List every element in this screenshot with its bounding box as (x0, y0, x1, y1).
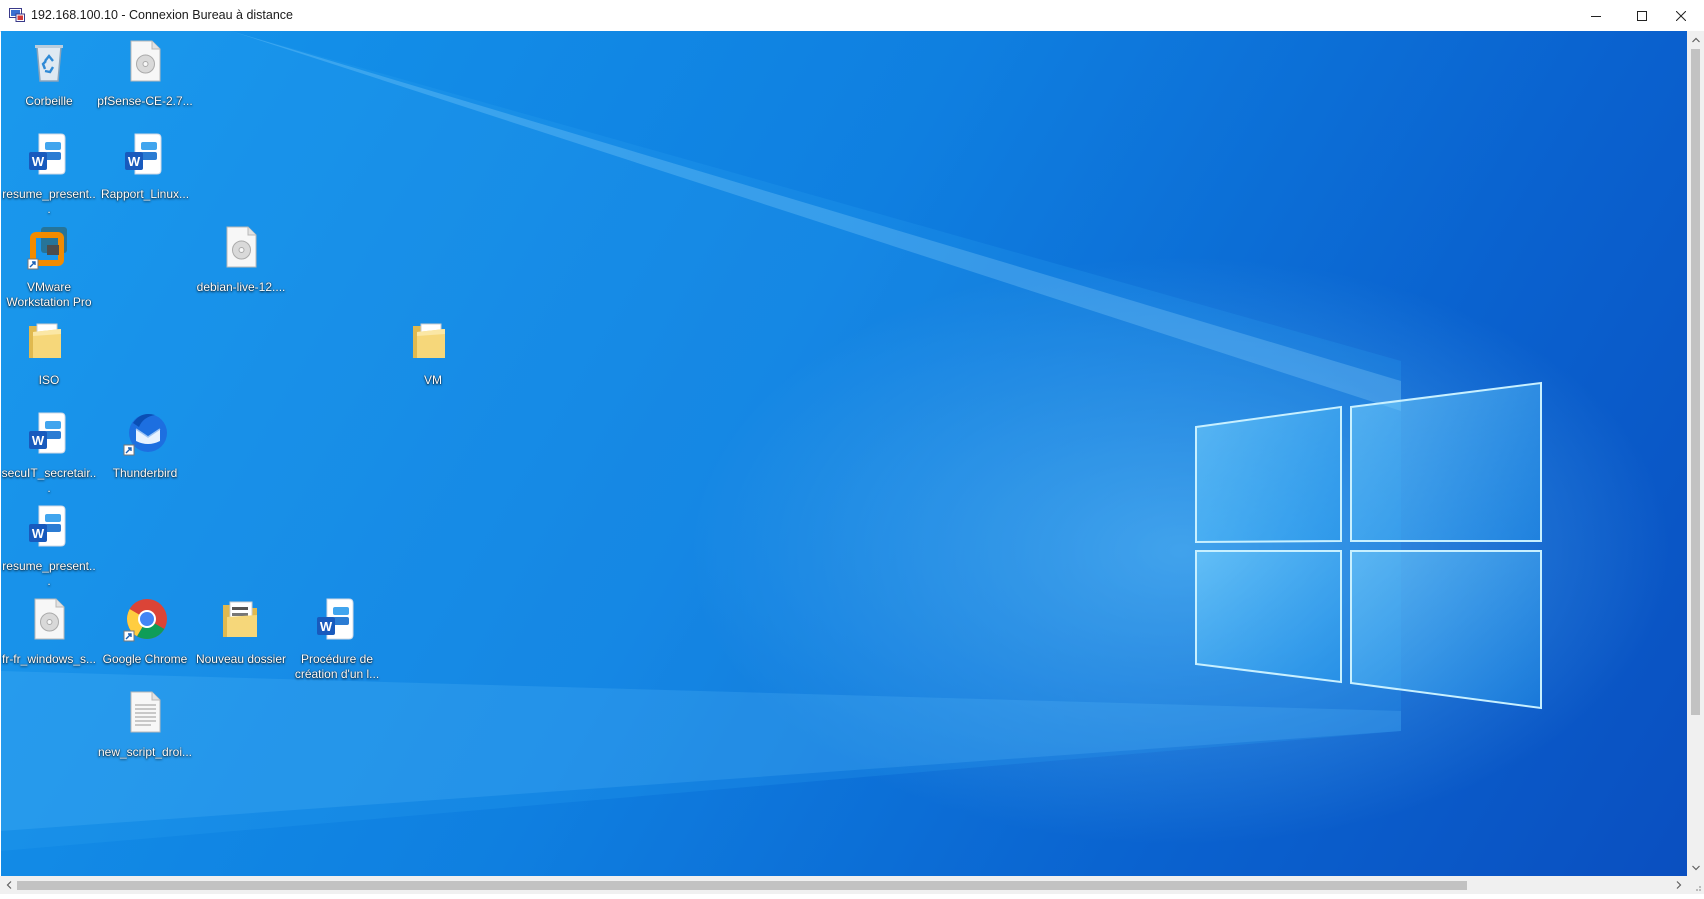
vmware-icon (27, 227, 67, 270)
disc-image-icon (34, 598, 65, 640)
desktop-icon-rapport-linux[interactable]: W Rapport_Linux... (97, 130, 193, 202)
icon-label: VM (424, 373, 442, 387)
svg-text:W: W (128, 154, 141, 169)
word-document-icon: W (29, 505, 66, 547)
word-document-icon: W (125, 133, 162, 175)
window-title: 192.168.100.10 - Connexion Bureau à dist… (31, 8, 293, 22)
minimize-button[interactable] (1573, 0, 1619, 31)
icon-label: secuIT_secretair... (1, 466, 97, 495)
chevron-left-icon (6, 880, 11, 889)
desktop-icon-iso-folder[interactable]: ISO (1, 316, 97, 388)
disc-image-icon (226, 226, 257, 268)
remote-desktop-window: 192.168.100.10 - Connexion Bureau à dist… (0, 0, 1704, 894)
desktop-icon-pfsense-iso[interactable]: pfSense-CE-2.7... (97, 37, 193, 109)
remote-desktop-icon (9, 8, 25, 22)
scroll-up-button[interactable] (1687, 31, 1704, 48)
desktop-icon-procedure-creation[interactable]: W Procédure de création d'un l... (289, 595, 385, 682)
disc-image-icon (130, 40, 161, 82)
desktop-icon-vmware-workstation[interactable]: VMware Workstation Pro (1, 223, 97, 310)
vertical-scroll-thumb[interactable] (1691, 49, 1700, 715)
desktop-icon-nouveau-dossier[interactable]: Nouveau dossier (193, 595, 289, 667)
close-button[interactable] (1658, 0, 1704, 31)
text-file-icon (130, 691, 161, 733)
desktop-icon-secuit-secretariat[interactable]: W secuIT_secretair... (1, 409, 97, 496)
desktop-icon-debian-live-iso[interactable]: debian-live-12.... (193, 223, 289, 295)
word-document-icon: W (29, 412, 66, 454)
desktop-icon-resume-present-1[interactable]: W resume_present... (1, 130, 97, 217)
desktop-icon-vm-folder[interactable]: VM (385, 316, 481, 388)
svg-text:W: W (320, 619, 333, 634)
folder-icon (413, 323, 445, 358)
svg-text:W: W (32, 433, 45, 448)
icon-label: Nouveau dossier (195, 652, 287, 666)
icon-label: Google Chrome (102, 652, 188, 666)
horizontal-scroll-thumb[interactable] (17, 881, 1467, 890)
svg-text:W: W (32, 526, 45, 541)
desktop-icon-windows-iso[interactable]: fr-fr_windows_s... (1, 595, 97, 667)
icon-label: resume_present... (2, 559, 96, 588)
icon-label: Rapport_Linux... (100, 187, 190, 201)
icon-label: pfSense-CE-2.7... (97, 94, 193, 108)
desktop-icon-google-chrome[interactable]: Google Chrome (97, 595, 193, 667)
desktop-icon-new-script[interactable]: new_script_droi... (97, 688, 193, 760)
desktop-icon-thunderbird[interactable]: Thunderbird (97, 409, 193, 481)
minimize-icon (1591, 15, 1601, 17)
title-bar[interactable]: 192.168.100.10 - Connexion Bureau à dist… (0, 0, 1704, 32)
scroll-left-button[interactable] (0, 876, 17, 893)
desktop-icon-recycle-bin[interactable]: Corbeille (1, 37, 97, 109)
icon-label: ISO (38, 373, 60, 387)
icon-label: VMware Workstation Pro (6, 280, 92, 309)
icon-label: Procédure de création d'un l... (294, 652, 380, 681)
icon-label: Corbeille (25, 94, 73, 108)
chevron-right-icon (1676, 880, 1681, 889)
maximize-icon (1637, 10, 1647, 21)
icon-label: fr-fr_windows_s... (1, 652, 97, 666)
desktop-icon-resume-present-2[interactable]: W resume_present... (1, 502, 97, 589)
scroll-down-button[interactable] (1687, 859, 1704, 876)
chevron-up-icon (1691, 37, 1700, 42)
icon-label: resume_present... (2, 187, 96, 216)
scroll-right-button[interactable] (1670, 876, 1687, 893)
recycle-bin-icon (35, 45, 63, 82)
word-document-icon: W (29, 133, 66, 175)
svg-text:W: W (32, 154, 45, 169)
desktop[interactable]: Corbeille pfSense-CE-2.7... W resume_pre… (1, 31, 1687, 876)
vertical-scrollbar[interactable] (1687, 31, 1704, 876)
chrome-icon (123, 599, 167, 642)
horizontal-scrollbar[interactable] (0, 876, 1687, 894)
chevron-down-icon (1691, 865, 1700, 870)
wallpaper (1, 31, 1542, 851)
thunderbird-icon (123, 414, 167, 456)
resize-grip[interactable] (1687, 876, 1704, 894)
icon-label: Thunderbird (112, 466, 178, 480)
close-icon (1676, 10, 1686, 21)
word-document-icon: W (317, 598, 354, 640)
folder-icon (29, 323, 61, 358)
icon-label: new_script_droi... (97, 745, 193, 759)
icon-label: debian-live-12.... (196, 280, 286, 294)
folder-icon (223, 601, 257, 637)
resize-grip-icon (1696, 886, 1701, 891)
